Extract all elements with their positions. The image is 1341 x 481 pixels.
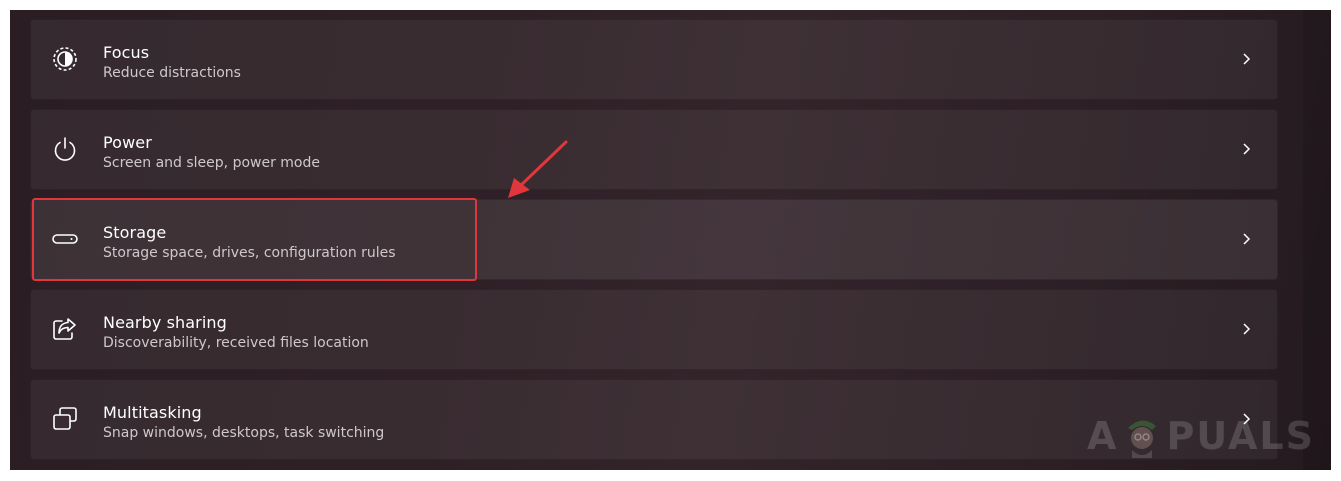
settings-item-title: Storage xyxy=(103,223,167,242)
settings-item-title: Nearby sharing xyxy=(103,313,227,332)
watermark-text-right: PUALS xyxy=(1166,414,1315,458)
settings-item-title: Power xyxy=(103,133,152,152)
chevron-right-icon xyxy=(1238,321,1254,337)
chevron-right-icon xyxy=(1238,141,1254,157)
chevron-right-icon xyxy=(1238,51,1254,67)
settings-item-power[interactable]: Power Screen and sleep, power mode xyxy=(30,109,1278,190)
mascot-logo-icon xyxy=(1128,420,1157,458)
settings-item-subtitle: Screen and sleep, power mode xyxy=(103,155,320,171)
settings-window: Focus Reduce distractions Power Screen a… xyxy=(10,10,1331,470)
storage-icon xyxy=(51,225,79,253)
multitasking-icon xyxy=(51,405,79,433)
settings-item-nearby-sharing[interactable]: Nearby sharing Discoverability, received… xyxy=(30,289,1278,370)
system-settings-list: Focus Reduce distractions Power Screen a… xyxy=(30,19,1278,469)
settings-item-subtitle: Reduce distractions xyxy=(103,65,241,81)
settings-item-focus[interactable]: Focus Reduce distractions xyxy=(30,19,1278,100)
settings-item-storage[interactable]: Storage Storage space, drives, configura… xyxy=(30,199,1278,280)
settings-item-title: Multitasking xyxy=(103,403,202,422)
settings-item-subtitle: Snap windows, desktops, task switching xyxy=(103,425,385,441)
scroll-area-edge xyxy=(1303,10,1331,470)
focus-icon xyxy=(51,45,79,73)
power-icon xyxy=(51,135,79,163)
settings-item-subtitle: Discoverability, received files location xyxy=(103,335,369,351)
settings-item-title: Focus xyxy=(103,43,150,62)
chevron-right-icon xyxy=(1238,231,1254,247)
settings-item-subtitle: Storage space, drives, configuration rul… xyxy=(103,245,396,261)
watermark-text-left: A xyxy=(1087,414,1119,458)
nearby-sharing-icon xyxy=(51,315,79,343)
appuals-watermark: A PUALS xyxy=(1087,412,1315,460)
